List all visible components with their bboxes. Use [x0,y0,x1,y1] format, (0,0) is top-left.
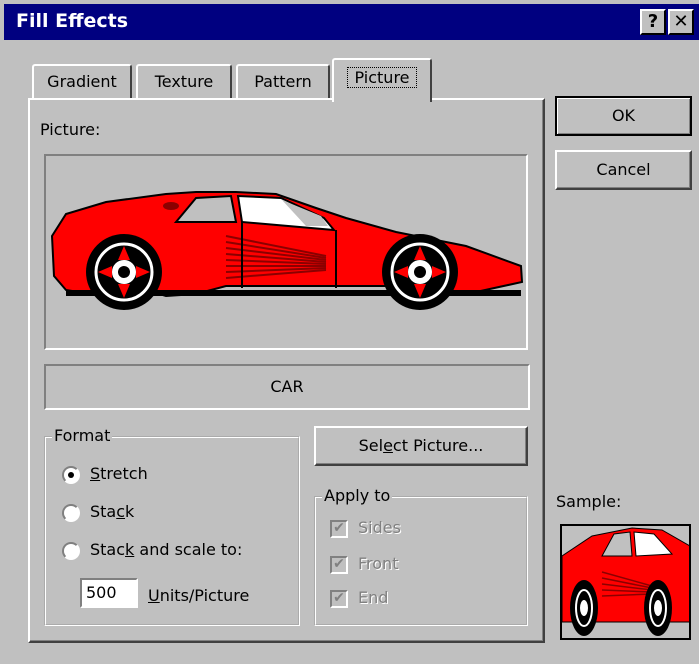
picture-name: CAR [270,377,304,396]
title-bar: Fill Effects ? ✕ [4,4,699,40]
tab-texture[interactable]: Texture [136,64,232,100]
picture-label: Picture: [40,120,101,139]
end-checkbox[interactable]: ✔ [330,590,348,608]
stack-label[interactable]: Stack [90,502,134,521]
sides-label: Sides [358,518,401,537]
apply-to-legend: Apply to [322,486,393,505]
picture-name-box: CAR [44,364,530,410]
tab-pattern[interactable]: Pattern [236,64,330,100]
stack-scale-label[interactable]: Stack and scale to: [90,540,242,559]
units-label: Units/Picture [148,586,250,605]
close-button[interactable]: ✕ [668,9,694,35]
car-image [50,191,524,310]
cancel-button[interactable]: Cancel [555,150,692,190]
help-button[interactable]: ? [640,9,666,35]
format-legend: Format [52,426,113,445]
stack-scale-radio[interactable] [62,542,80,560]
select-picture-button[interactable]: Select Picture... [314,426,528,466]
end-label: End [358,588,389,607]
ok-button[interactable]: OK [555,96,692,136]
picture-preview [44,154,528,350]
tab-gradient[interactable]: Gradient [32,64,132,100]
stretch-label[interactable]: Stretch [90,464,148,483]
sides-checkbox[interactable]: ✔ [330,520,348,538]
picture-tab-panel: Picture: CAR Format Stretch Stack Stack … [28,98,545,643]
front-checkbox[interactable]: ✔ [330,556,348,574]
front-label: Front [358,554,399,573]
apply-to-group: Apply to ✔ Sides ✔ Front ✔ End [314,486,528,626]
window-title: Fill Effects [16,10,129,32]
sample-label: Sample: [556,492,622,511]
tab-picture[interactable]: Picture [332,58,432,102]
format-group: Format Stretch Stack Stack and scale to:… [44,426,300,626]
stretch-radio[interactable] [62,466,80,484]
stack-radio[interactable] [62,504,80,522]
sample-car-image [562,527,689,636]
units-input[interactable]: 500 [80,578,138,608]
sample-preview [560,524,691,640]
